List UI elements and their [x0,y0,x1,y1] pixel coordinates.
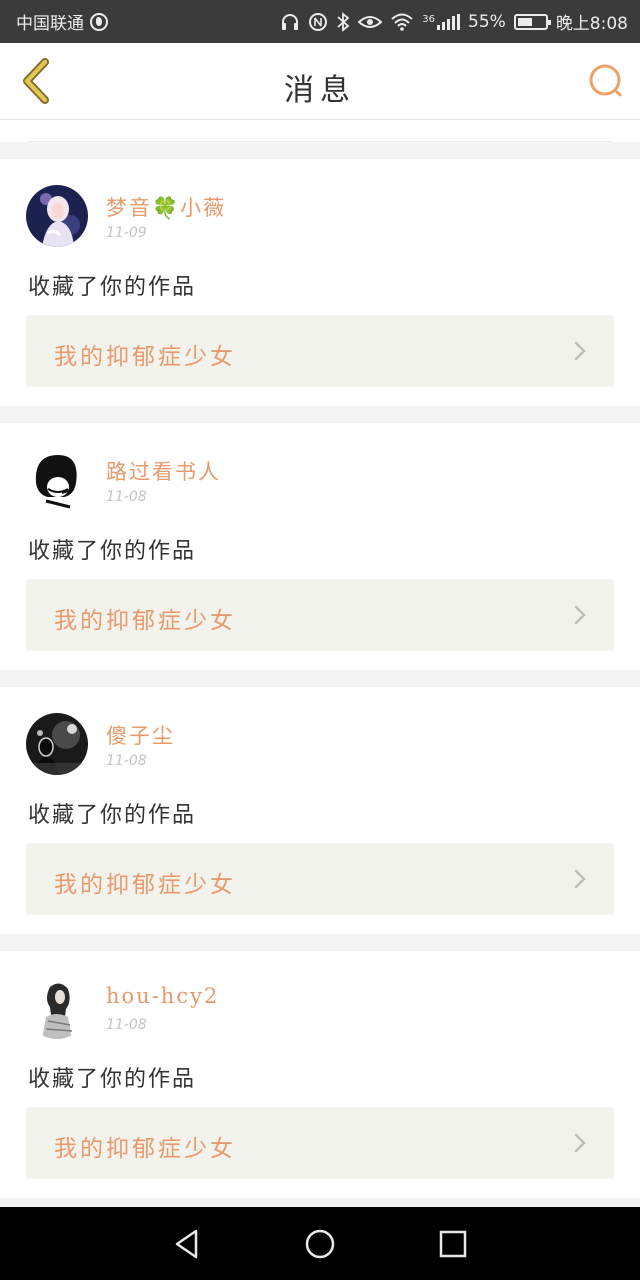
message-card: 路过看书人 11-08 收藏了你的作品 我的抑郁症少女 [0,423,640,670]
signal-icon: 36 [422,13,461,30]
work-link[interactable]: 我的抑郁症少女 [26,579,614,651]
message-date: 11-08 [106,1017,147,1033]
user-name[interactable]: 梦音🍀小薇 [106,192,226,222]
nav-back-button[interactable] [165,1222,209,1266]
recents-square-icon [440,1230,467,1257]
message-card: 梦音🍀小薇 11-09 收藏了你的作品 我的抑郁症少女 [0,159,640,406]
avatar-girl-icon[interactable] [26,185,88,247]
user-name[interactable]: hou-hcy2 [106,984,219,1008]
nfc-icon [308,12,328,32]
message-action: 收藏了你的作品 [28,275,197,300]
work-title: 我的抑郁症少女 [54,1136,236,1162]
home-circle-icon [305,1229,335,1258]
message-date: 11-09 [106,225,147,241]
avatar-sketch-icon[interactable] [26,977,88,1039]
nav-home-button[interactable] [298,1222,342,1266]
battery-percent: 55% [468,11,506,32]
clock: 晚上8:08 [555,14,628,34]
message-date: 11-08 [106,753,147,769]
chevron-right-icon [574,605,586,625]
message-card: 傻子尘 11-08 收藏了你的作品 我的抑郁症少女 [0,687,640,934]
message-action: 收藏了你的作品 [28,1067,197,1092]
message-card: hou-hcy2 11-08 收藏了你的作品 我的抑郁症少女 [0,951,640,1198]
battery-icon [513,13,551,30]
network-type-label: 36 [422,13,436,25]
work-title: 我的抑郁症少女 [54,344,236,370]
status-bar: 中国联通 36 55% 晚上8:08 [0,0,640,43]
user-name[interactable]: 路过看书人 [106,456,221,486]
avatar-drawing-icon[interactable] [26,449,88,511]
wifi-icon [390,13,414,31]
search-button[interactable] [586,61,626,101]
list-top-strip [0,120,640,142]
work-title: 我的抑郁症少女 [54,608,236,634]
navigation-bar [0,1207,640,1280]
bluetooth-icon [336,11,350,32]
user-name[interactable]: 傻子尘 [106,720,175,750]
globe-icon [90,12,108,31]
page-title: 消息 [284,73,356,108]
search-icon [589,64,622,97]
message-list[interactable]: 梦音🍀小薇 11-09 收藏了你的作品 我的抑郁症少女 路过看书人 11-08 … [0,159,640,1215]
avatar-night-icon[interactable] [26,713,88,775]
nav-recents-button[interactable] [431,1222,475,1266]
work-link[interactable]: 我的抑郁症少女 [26,843,614,915]
work-title: 我的抑郁症少女 [54,872,236,898]
message-action: 收藏了你的作品 [28,803,197,828]
work-link[interactable]: 我的抑郁症少女 [26,1107,614,1179]
work-link[interactable]: 我的抑郁症少女 [26,315,614,387]
carrier-label: 中国联通 [16,14,84,34]
message-action: 收藏了你的作品 [28,539,197,564]
back-triangle-icon [175,1229,197,1258]
chevron-right-icon [574,1133,586,1153]
eye-icon [358,14,383,30]
chevron-right-icon [574,341,586,361]
chevron-right-icon [574,869,586,889]
header: 消息 [0,43,640,120]
headphones-icon [280,13,300,31]
message-date: 11-08 [106,489,147,505]
